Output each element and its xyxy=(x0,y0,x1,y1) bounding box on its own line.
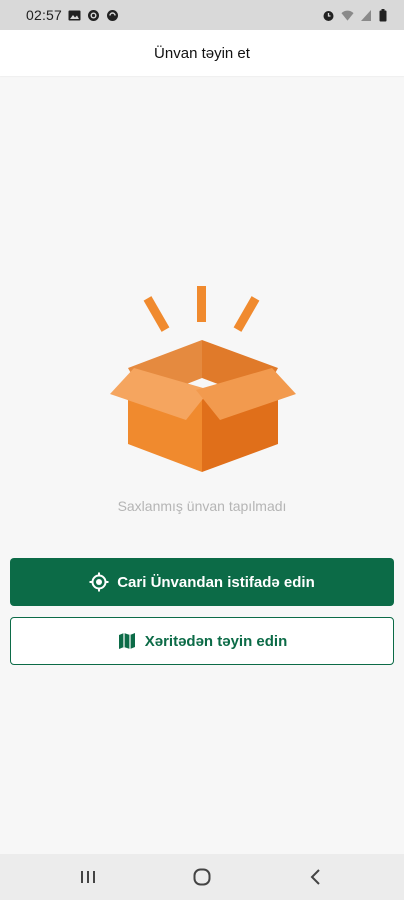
back-icon[interactable] xyxy=(305,866,327,888)
status-left: 02:57 xyxy=(12,7,119,23)
status-bar: 02:57 xyxy=(0,0,404,30)
battery-icon xyxy=(379,8,392,22)
empty-state-message: Saxlanmış ünvan tapılmadı xyxy=(117,498,287,514)
recent-apps-icon[interactable] xyxy=(77,866,99,888)
wifi-icon xyxy=(341,9,354,22)
my-location-icon xyxy=(89,572,109,592)
alarm-icon xyxy=(322,9,335,22)
sparkle-center xyxy=(197,286,206,322)
status-right xyxy=(322,8,392,22)
set-on-map-button[interactable]: Xəritədən təyin edin xyxy=(10,617,394,665)
set-on-map-label: Xəritədən təyin edin xyxy=(144,632,288,650)
app-bar: Ünvan təyin et xyxy=(0,30,404,76)
whatsapp-icon xyxy=(87,9,100,22)
use-current-location-label: Cari Ünvandan istifadə edin xyxy=(117,573,315,591)
sparkle-right xyxy=(233,296,260,332)
map-icon xyxy=(117,631,137,651)
signal-icon xyxy=(360,9,373,22)
sync-icon xyxy=(106,9,119,22)
open-box-icon xyxy=(106,282,300,478)
gallery-icon xyxy=(68,9,81,22)
use-current-location-button[interactable]: Cari Ünvandan istifadə edin xyxy=(10,558,394,606)
home-icon[interactable] xyxy=(191,866,213,888)
page-title: Ünvan təyin et xyxy=(154,44,250,62)
sparkle-left xyxy=(143,296,170,332)
status-time: 02:57 xyxy=(26,7,63,23)
system-nav-bar xyxy=(0,854,404,900)
